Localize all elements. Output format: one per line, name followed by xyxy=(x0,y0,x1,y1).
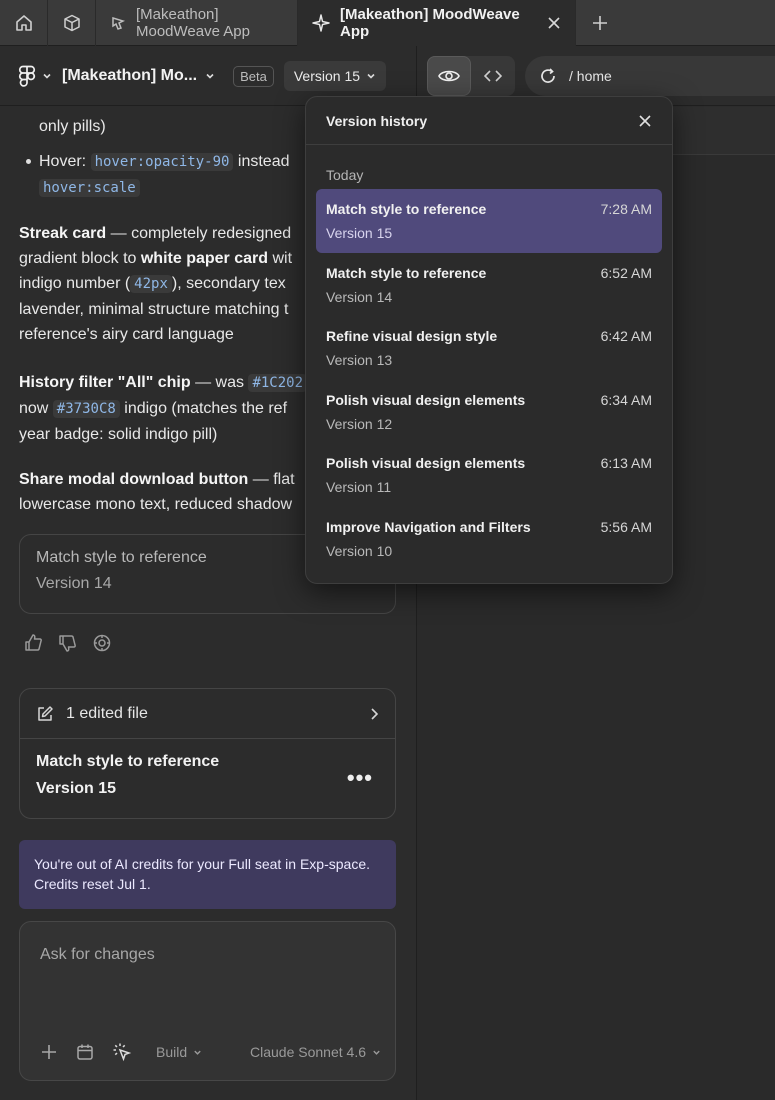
credits-notice: You're out of AI credits for your Full s… xyxy=(19,840,396,909)
figma-logo-icon[interactable] xyxy=(18,65,36,87)
project-chevron-icon[interactable] xyxy=(205,71,215,81)
more-options-button[interactable]: ••• xyxy=(347,765,373,791)
version-item[interactable]: Match style to reference Version 15 7:28… xyxy=(316,189,662,253)
bullet-continuation: only pills) xyxy=(39,114,339,139)
share-paragraph: Share modal download button — flat lower… xyxy=(19,471,295,513)
close-icon[interactable] xyxy=(638,114,652,128)
version-time: 6:13 AM xyxy=(600,455,652,471)
add-attachment-icon[interactable] xyxy=(40,1043,58,1061)
code-toggle[interactable] xyxy=(471,56,515,96)
code-icon xyxy=(484,69,502,83)
chevron-down-icon xyxy=(372,1048,381,1057)
chat-composer: Ask for changes Build Claude Sonnet 4.6 xyxy=(19,921,396,1081)
preview-toggle[interactable] xyxy=(427,56,471,96)
version-time: 6:34 AM xyxy=(600,391,652,408)
make-file-icon xyxy=(110,15,126,31)
version-number: Version 13 xyxy=(326,352,393,368)
version-label: Version 15 xyxy=(293,68,361,84)
project-title[interactable]: [Makeathon] Mo... xyxy=(62,67,197,85)
new-tab-button[interactable] xyxy=(576,0,624,46)
community-tab[interactable] xyxy=(48,0,96,46)
model-label: Claude Sonnet 4.6 xyxy=(250,1044,366,1060)
home-tab[interactable] xyxy=(0,0,48,46)
chat-text: Hover: xyxy=(39,153,87,170)
history-paragraph: History filter "All" chip — was #1C202 n… xyxy=(19,370,319,447)
version-item[interactable]: Match style to reference Version 14 6:52… xyxy=(316,253,662,317)
inline-code: hover:opacity-90 xyxy=(90,153,234,171)
reload-icon[interactable] xyxy=(539,67,557,85)
mode-dropdown[interactable]: Build xyxy=(156,1044,202,1060)
tab-strip: [Makeathon] MoodWeave App [Makeathon] Mo… xyxy=(0,0,775,46)
close-tab-icon[interactable] xyxy=(547,16,561,30)
current-version-row[interactable]: Match style to reference Version 15 ••• xyxy=(20,739,395,812)
chevron-down-icon xyxy=(366,71,376,81)
file-tab-label: [Makeathon] MoodWeave App xyxy=(136,6,250,40)
edited-files-label: 1 edited file xyxy=(66,704,148,722)
edit-icon xyxy=(36,705,54,723)
version-time: 7:28 AM xyxy=(600,201,652,217)
current-version-number: Version 15 xyxy=(36,780,117,797)
version-item[interactable]: Polish visual design elements Version 11… xyxy=(316,443,662,507)
file-tab[interactable]: [Makeathon] MoodWeave App xyxy=(96,0,298,46)
chat-text: only pills) xyxy=(39,118,106,135)
version-item[interactable]: Improve Navigation and Filters Version 1… xyxy=(316,507,662,571)
bullet-dot xyxy=(26,159,31,164)
active-tab[interactable]: [Makeathon] MoodWeave App xyxy=(298,0,576,46)
make-sparkle-icon xyxy=(312,14,330,32)
chevron-down-icon xyxy=(193,1048,202,1057)
version-number: Version 10 xyxy=(326,542,393,559)
bullet-hover: Hover: hover:opacity-90 instead hover:sc… xyxy=(39,149,329,201)
version-item[interactable]: Refine visual design style Version 13 6:… xyxy=(316,316,662,380)
current-version-title: Match style to reference xyxy=(36,753,220,770)
version-dropdown[interactable]: Version 15 xyxy=(283,61,387,91)
model-dropdown[interactable]: Claude Sonnet 4.6 xyxy=(250,1044,381,1060)
popover-header: Version history xyxy=(306,97,672,145)
view-toggle xyxy=(427,56,515,96)
version-time: 6:52 AM xyxy=(600,264,652,281)
version-item[interactable]: Polish visual design elements Version 12… xyxy=(316,380,662,444)
version-number: Version 14 xyxy=(326,288,393,305)
home-icon xyxy=(15,14,33,32)
cube-icon xyxy=(63,14,81,32)
section-label: Today xyxy=(326,167,364,183)
streak-paragraph: Streak card — completely redesigned grad… xyxy=(19,225,293,343)
version-number: Version 15 xyxy=(326,225,393,241)
calendar-icon[interactable] xyxy=(76,1043,94,1061)
chat-text: instead xyxy=(237,153,290,170)
inline-code: hover:scale xyxy=(39,179,140,197)
url-path: / home xyxy=(569,68,612,84)
url-bar[interactable]: / home xyxy=(525,56,775,96)
feedback-actions xyxy=(24,633,112,653)
mode-label: Build xyxy=(156,1044,188,1060)
edited-files-row[interactable]: 1 edited file xyxy=(20,689,395,739)
version-time: 6:42 AM xyxy=(600,328,652,344)
popover-title: Version history xyxy=(326,112,428,129)
plus-icon xyxy=(592,15,608,31)
beta-badge: Beta xyxy=(233,65,274,87)
thumbs-up-icon[interactable] xyxy=(24,633,44,653)
version-time: 5:56 AM xyxy=(600,518,652,535)
menu-chevron-icon[interactable] xyxy=(42,71,52,81)
eye-icon xyxy=(438,68,460,84)
retry-icon[interactable] xyxy=(92,633,112,653)
point-select-icon[interactable] xyxy=(112,1042,132,1062)
thumbs-down-icon[interactable] xyxy=(58,633,78,653)
chat-input[interactable]: Ask for changes xyxy=(40,946,155,964)
edited-files-card: 1 edited file Match style to reference V… xyxy=(19,688,396,819)
version-number: Version 11 xyxy=(326,479,392,495)
version-number: Version 12 xyxy=(326,415,393,432)
active-tab-label: [Makeathon] MoodWeave App xyxy=(340,6,520,40)
chevron-right-icon xyxy=(369,707,379,721)
version-history-popover: Version history Today Match style to ref… xyxy=(305,96,673,584)
